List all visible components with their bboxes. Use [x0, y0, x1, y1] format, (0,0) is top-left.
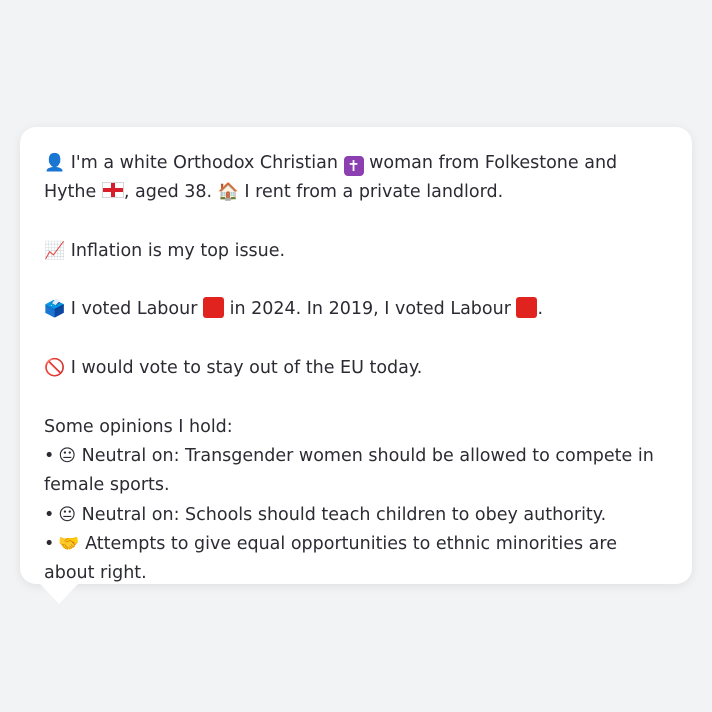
top-issue-text: Inflation is my top issue. — [70, 240, 286, 261]
labour-red-square-icon — [516, 297, 538, 319]
issue-paragraph: 📈 Inflation is my top issue. — [44, 237, 668, 266]
handshake-icon: 🤝 — [58, 533, 80, 554]
labour-red-square-icon — [203, 297, 224, 319]
identity-paragraph: 👤 I'm a white Orthodox Christian ✝ woman… — [44, 149, 668, 208]
opinion-item: • 🤝 Attempts to give equal opportunities … — [44, 530, 668, 589]
neutral-face-icon: 😐 — [58, 445, 77, 466]
person-icon: 👤 — [44, 153, 66, 173]
bullet: • — [44, 504, 55, 525]
house-icon: 🏠 — [217, 182, 239, 203]
vote-text-1: I voted Labour — [70, 299, 198, 320]
speech-bubble-tail — [40, 584, 78, 604]
neutral-face-icon: 😐 — [58, 504, 77, 525]
chart-increasing-icon: 📈 — [44, 240, 66, 261]
opinion-item: • 😐 Neutral on: Schools should teach chil… — [44, 501, 668, 530]
bullet: • — [44, 445, 55, 466]
identity-housing: I rent from a private landlord. — [244, 182, 504, 203]
identity-comma: , — [123, 182, 130, 203]
identity-age: aged 38. — [134, 182, 213, 203]
opinions-heading: Some opinions I hold: — [44, 416, 233, 437]
vote-text-2: in 2024. In 2019, I voted Labour — [229, 299, 511, 320]
eu-text: I would vote to stay out of the EU today… — [70, 358, 423, 379]
opinion-text: Neutral on: Transgender women should be … — [44, 445, 654, 496]
no-entry-icon: 🚫 — [44, 358, 66, 379]
opinion-item: • 😐 Neutral on: Transgender women should … — [44, 442, 668, 501]
vote-period: . — [537, 299, 544, 320]
opinion-text: Neutral on: Schools should teach childre… — [81, 504, 607, 525]
eu-paragraph: 🚫 I would vote to stay out of the EU tod… — [44, 354, 668, 383]
bullet: • — [44, 533, 55, 554]
england-flag-icon — [101, 182, 124, 199]
ballot-box-icon: 🗳️ — [44, 299, 66, 320]
opinion-text: Attempts to give equal opportunities to … — [44, 533, 617, 584]
vote-paragraph: 🗳️ I voted Labour in 2024. In 2019, I vo… — [44, 295, 668, 324]
cross-icon: ✝ — [343, 156, 364, 176]
persona-card: 👤 I'm a white Orthodox Christian ✝ woman… — [20, 127, 692, 584]
identity-text-1: I'm a white Orthodox Christian — [70, 153, 338, 173]
